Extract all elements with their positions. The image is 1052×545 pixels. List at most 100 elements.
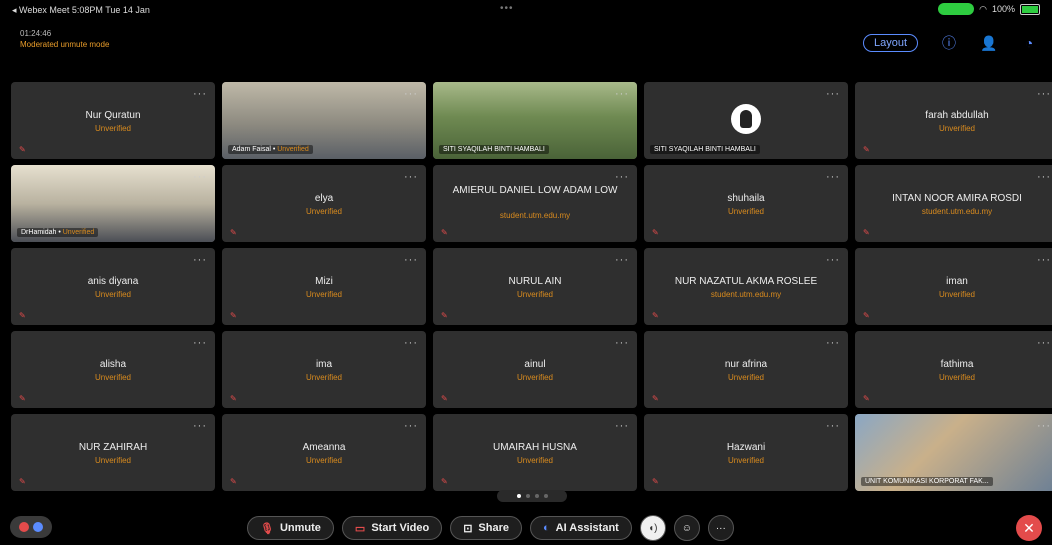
caption-name: UNIT KOMUNIKASI KORPORAT FAK... <box>865 478 989 485</box>
participant-tile[interactable]: ··· SITI SYAQILAH BINTI HAMBALI <box>644 82 848 159</box>
status-left-text: ◂ Webex Meet 5:08PM Tue 14 Jan <box>12 5 150 15</box>
tile-more-icon[interactable]: ··· <box>615 254 629 266</box>
multitask-dots[interactable]: ••• <box>500 3 514 14</box>
participant-status: student.utm.edu.my <box>921 207 993 216</box>
participant-status: Unverified <box>94 373 131 382</box>
participant-status: Unverified <box>516 290 553 299</box>
tile-more-icon[interactable]: ··· <box>615 171 629 183</box>
muted-mic-icon: ✎ <box>230 311 237 320</box>
tile-more-icon[interactable]: ··· <box>404 88 418 100</box>
participant-tile[interactable]: ··· SITI SYAQILAH BINTI HAMBALI <box>433 82 637 159</box>
participant-tile[interactable]: ··· elya Unverified ✎ <box>222 165 426 242</box>
participant-tile[interactable]: ··· INTAN NOOR AMIRA ROSDI student.utm.edu… <box>855 165 1052 242</box>
participants-icon[interactable]: 👤 <box>980 34 998 52</box>
tile-more-icon[interactable]: ··· <box>193 88 207 100</box>
layout-button[interactable]: Layout <box>862 34 918 52</box>
participant-tile[interactable]: ··· farah abdullah Unverified ✎ <box>855 82 1052 159</box>
mic-off-icon: 🎙 <box>260 522 274 535</box>
participant-tile[interactable]: ··· Ameanna Unverified ✎ <box>222 414 426 491</box>
tile-more-icon[interactable]: ··· <box>826 254 840 266</box>
video-off-icon: ▭ <box>354 522 366 535</box>
tile-more-icon[interactable]: ··· <box>826 337 840 349</box>
camera-switch-button[interactable] <box>10 516 52 538</box>
tile-more-icon[interactable]: ··· <box>826 171 840 183</box>
reactions-icon: ☺ <box>681 522 692 534</box>
tile-more-icon[interactable]: ··· <box>404 254 418 266</box>
participant-tile[interactable]: ··· NURUL AIN Unverified ✎ <box>433 248 637 325</box>
participant-name: shuhaila <box>727 193 765 204</box>
more-options-button[interactable]: ··· <box>707 515 734 541</box>
participant-grid: ··· Nur Quratun Unverified ✎ ··· Adam Faisal … <box>11 82 1052 491</box>
tile-more-icon[interactable]: ··· <box>193 337 207 349</box>
caption-name: SITI SYAQILAH BINTI HAMBALI <box>443 146 545 153</box>
participant-name: Nur Quratun <box>85 110 141 121</box>
tile-more-icon[interactable]: ··· <box>1037 254 1051 266</box>
participant-tile[interactable]: ··· iman Unverified ✎ <box>855 248 1052 325</box>
audio-output-button[interactable]: ◖) <box>639 515 666 541</box>
participant-tile[interactable]: ··· fathima Unverified ✎ <box>855 331 1052 408</box>
caption-name: Adam Faisal <box>232 146 271 153</box>
tile-more-icon[interactable]: ··· <box>193 171 207 183</box>
tile-more-icon[interactable]: ··· <box>404 337 418 349</box>
tile-more-icon[interactable]: ··· <box>615 420 629 432</box>
tile-more-icon[interactable]: ··· <box>1037 171 1051 183</box>
participant-tile[interactable]: ··· ima Unverified ✎ <box>222 331 426 408</box>
participant-tile[interactable]: ··· NUR NAZATUL AKMA ROSLEE student.utm.ed… <box>644 248 848 325</box>
participant-status: Unverified <box>94 456 131 465</box>
tile-more-icon[interactable]: ··· <box>193 420 207 432</box>
participant-tile[interactable]: ··· NUR ZAHIRAH Unverified ✎ <box>11 414 215 491</box>
participant-name: NUR ZAHIRAH <box>78 442 148 453</box>
meeting-timer: 01:24:46 <box>20 29 52 38</box>
muted-mic-icon: ✎ <box>19 145 26 154</box>
participant-tile[interactable]: ··· alisha Unverified ✎ <box>11 331 215 408</box>
muted-mic-icon: ✎ <box>863 311 870 320</box>
participant-name: nur afrina <box>724 359 768 370</box>
tile-more-icon[interactable]: ··· <box>826 88 840 100</box>
participant-tile[interactable]: ··· Adam Faisal • Unverified <box>222 82 426 159</box>
call-active-pill-icon <box>938 3 975 15</box>
tile-more-icon[interactable]: ··· <box>1037 88 1051 100</box>
video-caption: DrHamidah • Unverified <box>17 228 99 237</box>
reactions-button[interactable]: ☺ <box>673 515 700 541</box>
participant-status: Unverified <box>727 456 764 465</box>
ai-assistant-button[interactable]: ◐ AI Assistant <box>530 516 632 540</box>
caption-status: Unverified <box>277 146 309 153</box>
participant-name: alisha <box>99 359 127 370</box>
start-video-button[interactable]: ▭ Start Video <box>341 516 443 540</box>
participant-tile[interactable]: ··· ainul Unverified ✎ <box>433 331 637 408</box>
participant-tile[interactable]: ··· DrHamidah • Unverified <box>11 165 215 242</box>
unmute-button[interactable]: 🎙 Unmute <box>247 516 334 540</box>
tile-more-icon[interactable]: ··· <box>615 88 629 100</box>
participant-tile[interactable]: ··· AMIERUL DANIEL LOW ADAM LOW student.ut… <box>433 165 637 242</box>
participant-name: farah abdullah <box>925 110 989 121</box>
participant-tile[interactable]: ··· Mizi Unverified ✎ <box>222 248 426 325</box>
participant-tile[interactable]: ··· nur afrina Unverified ✎ <box>644 331 848 408</box>
leave-meeting-button[interactable]: ✕ <box>1016 515 1042 541</box>
blue-dot-icon <box>33 522 43 532</box>
caption-name: SITI SYAQILAH BINTI HAMBALI <box>654 146 756 153</box>
participant-status: student.utm.edu.my <box>710 290 782 299</box>
chat-icon[interactable]: ◔ <box>1020 34 1038 52</box>
muted-mic-icon: ✎ <box>441 394 448 403</box>
tile-more-icon[interactable]: ··· <box>615 337 629 349</box>
tile-more-icon[interactable]: ··· <box>1037 337 1051 349</box>
tile-more-icon[interactable]: ··· <box>826 420 840 432</box>
page-indicator[interactable] <box>497 490 567 502</box>
muted-mic-icon: ✎ <box>652 311 659 320</box>
participant-name: NUR NAZATUL AKMA ROSLEE <box>674 276 818 287</box>
tile-more-icon[interactable]: ··· <box>193 254 207 266</box>
participant-tile[interactable]: ··· anis diyana Unverified ✎ <box>11 248 215 325</box>
participant-tile[interactable]: ··· shuhaila Unverified ✎ <box>644 165 848 242</box>
info-icon[interactable]: ⓘ <box>940 34 958 52</box>
participant-tile[interactable]: ··· UMAIRAH HUSNA Unverified ✎ <box>433 414 637 491</box>
participant-tile[interactable]: ··· Nur Quratun Unverified ✎ <box>11 82 215 159</box>
ai-assistant-icon: ◐ <box>543 522 550 534</box>
muted-mic-icon: ✎ <box>441 477 448 486</box>
share-button[interactable]: ⊡ Share <box>450 516 522 540</box>
video-caption: SITI SYAQILAH BINTI HAMBALI <box>650 145 760 154</box>
participant-tile[interactable]: ··· Hazwani Unverified ✎ <box>644 414 848 491</box>
participant-tile[interactable]: ··· UNIT KOMUNIKASI KORPORAT FAK... <box>855 414 1052 491</box>
tile-more-icon[interactable]: ··· <box>1037 420 1051 432</box>
tile-more-icon[interactable]: ··· <box>404 420 418 432</box>
tile-more-icon[interactable]: ··· <box>404 171 418 183</box>
